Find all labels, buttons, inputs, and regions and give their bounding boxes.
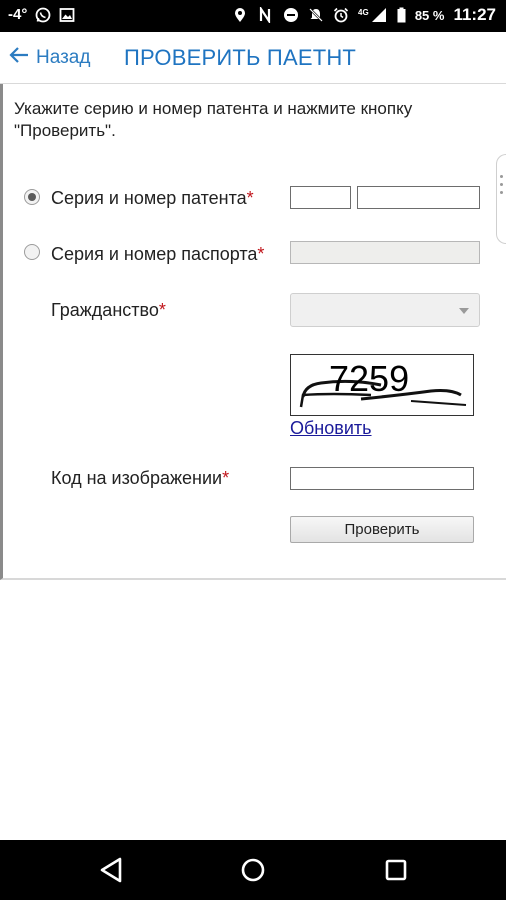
back-triangle-icon [100, 857, 122, 883]
whatsapp-icon [35, 7, 51, 23]
required-mark: * [257, 244, 265, 264]
patent-number-input[interactable] [357, 186, 480, 209]
alarm-icon [333, 7, 349, 23]
handle-dot [500, 191, 503, 194]
navigation-bar [0, 840, 506, 900]
captcha-text: 7259 [329, 358, 409, 399]
notifications-off-icon [308, 7, 324, 23]
nav-recents-button[interactable] [356, 840, 436, 900]
label-code: Код на изображении* [51, 468, 229, 489]
status-bar-left: -4° [8, 6, 75, 23]
page-title: ПРОВЕРИТЬ ПАЕТНТ [124, 45, 357, 70]
temperature-text: -4° [8, 6, 28, 23]
citizenship-select[interactable] [290, 293, 480, 327]
label-citizenship-text: Гражданство [51, 300, 159, 320]
home-circle-icon [241, 858, 265, 882]
battery-icon [397, 7, 406, 23]
instruction-text: Укажите серию и номер патента и нажмите … [14, 99, 413, 140]
app-bar: Назад ПРОВЕРИТЬ ПАЕТНТ [0, 32, 506, 84]
label-code-text: Код на изображении [51, 468, 223, 488]
back-label: Назад [36, 47, 91, 68]
battery-percent: 85 % [414, 7, 445, 23]
back-arrow-icon [8, 46, 36, 70]
radio-passport[interactable] [24, 244, 40, 260]
nav-back-button[interactable] [72, 840, 152, 900]
label-passport: Серия и номер паспорта* [51, 244, 264, 265]
nfc-icon [258, 5, 274, 25]
label-patent: Серия и номер патента* [51, 188, 254, 209]
status-bar: -4° 4G 85 % 11:27 [0, 0, 506, 32]
image-icon [59, 7, 75, 23]
radio-patent[interactable] [24, 189, 40, 205]
side-drawer-handle[interactable] [496, 154, 506, 244]
patent-check-form: Укажите серию и номер патента и нажмите … [0, 84, 506, 580]
required-mark: * [158, 300, 166, 320]
status-bar-right: 4G 85 % 11:27 [233, 5, 496, 25]
required-mark: * [246, 188, 254, 208]
nav-home-button[interactable] [213, 840, 293, 900]
svg-text:4G: 4G [358, 8, 369, 17]
signal-icon: 4G [358, 7, 388, 23]
label-passport-text: Серия и номер паспорта [51, 244, 258, 264]
handle-dot [500, 175, 503, 178]
handle-dot [500, 183, 503, 186]
passport-input[interactable] [290, 241, 480, 264]
do-not-disturb-icon [283, 7, 299, 23]
label-patent-text: Серия и номер патента [51, 188, 247, 208]
refresh-captcha-link[interactable]: Обновить [290, 418, 372, 439]
patent-series-input[interactable] [290, 186, 351, 209]
check-button[interactable]: Проверить [290, 516, 474, 543]
captcha-code-input[interactable] [290, 467, 474, 490]
recents-square-icon [385, 859, 407, 881]
clock: 11:27 [453, 5, 496, 24]
captcha-image: 7259 [290, 354, 474, 416]
location-icon [233, 7, 249, 23]
required-mark: * [222, 468, 230, 488]
back-button[interactable]: Назад [8, 46, 90, 70]
label-citizenship: Гражданство* [51, 300, 166, 321]
